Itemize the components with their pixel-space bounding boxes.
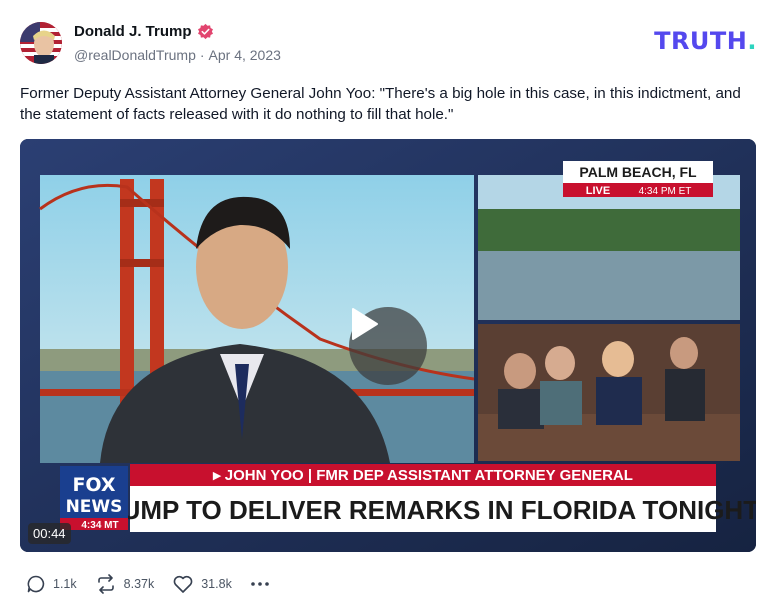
like-button[interactable]: 31.8k [172, 574, 232, 594]
location-label: PALM BEACH, FL [579, 164, 697, 180]
network-time: 4:34 MT [81, 520, 118, 531]
like-count: 31.8k [201, 577, 232, 591]
reply-icon [27, 575, 45, 593]
logo-dot: . [747, 27, 757, 55]
logo-text: TRUTH [654, 27, 748, 55]
reply-count: 1.1k [53, 577, 77, 591]
video-duration: 00:44 [28, 523, 71, 544]
more-button[interactable] [250, 574, 270, 594]
live-label: LIVE [586, 185, 610, 197]
post-text: Former Deputy Assistant Attorney General… [20, 85, 741, 123]
verified-badge-icon [197, 23, 213, 40]
headline: TRUMP TO DELIVER REMARKS IN FLORIDA TONI… [87, 495, 756, 525]
video-player[interactable]: PALM BEACH, FL LIVE 4:34 PM ET ▸ JOHN YO… [20, 139, 756, 552]
truth-logo[interactable]: TRUTH. [654, 27, 757, 55]
author-name[interactable]: Donald J. Trump [74, 23, 192, 40]
more-icon [251, 582, 269, 586]
like-icon [173, 575, 193, 593]
action-bar: 1.1k 8.37k 31.8k [26, 574, 288, 594]
reply-button[interactable]: 1.1k [26, 574, 77, 594]
avatar[interactable] [20, 22, 62, 64]
post-date[interactable]: Apr 4, 2023 [209, 47, 281, 63]
author-handle[interactable]: @realDonaldTrump [74, 47, 196, 63]
post-header: Donald J. Trump @realDonaldTrump · Apr 4… [20, 20, 757, 66]
play-icon [352, 308, 378, 340]
lower-third-name: ▸ JOHN YOO | FMR DEP ASSISTANT ATTORNEY … [212, 467, 633, 484]
retruth-icon [97, 574, 114, 594]
network-line1: FOX [72, 474, 115, 496]
retruth-button[interactable]: 8.37k [95, 574, 155, 594]
meta-separator: · [199, 47, 205, 63]
retruth-count: 8.37k [123, 577, 155, 591]
play-button[interactable] [349, 307, 427, 385]
live-time: 4:34 PM ET [639, 186, 692, 197]
network-line2: NEWS [66, 497, 123, 517]
